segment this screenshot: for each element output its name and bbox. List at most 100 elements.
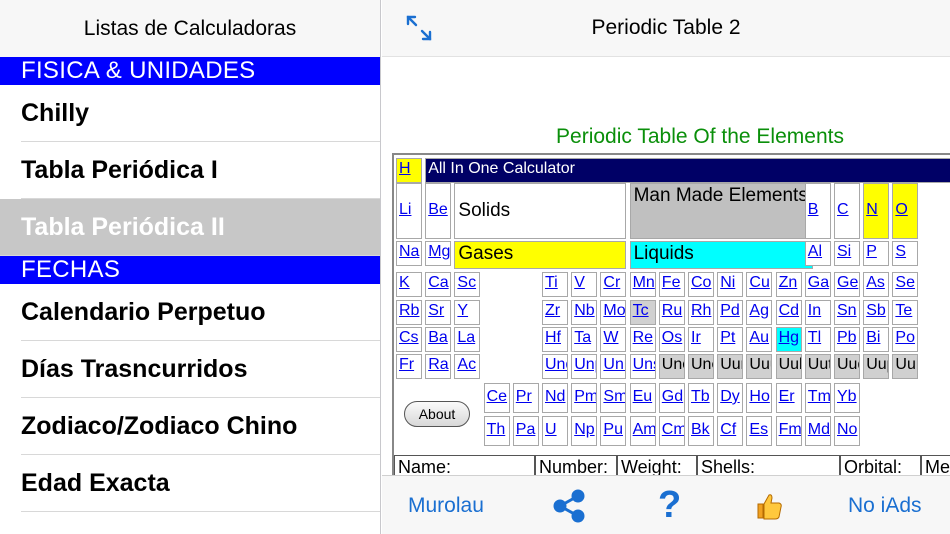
element-b[interactable]: B	[804, 183, 831, 239]
list-item-edad[interactable]: Edad Exacta	[0, 455, 380, 512]
element-dy[interactable]: Dy	[717, 383, 744, 413]
element-tm[interactable]: Tm	[804, 383, 831, 413]
element-k[interactable]: K	[396, 272, 422, 297]
murolau-button[interactable]: Murolau	[408, 476, 484, 534]
element-uns[interactable]: Uns	[629, 354, 656, 379]
element-in[interactable]: In	[804, 300, 831, 325]
element-na[interactable]: Na	[396, 241, 422, 266]
element-mg[interactable]: Mg	[425, 241, 452, 266]
element-li[interactable]: Li	[396, 183, 422, 239]
element-unq[interactable]: Unq	[542, 354, 568, 379]
element-ra[interactable]: Ra	[425, 354, 452, 379]
element-nd[interactable]: Nd	[542, 383, 568, 413]
element-mo[interactable]: Mo	[600, 300, 627, 325]
element-zn[interactable]: Zn	[775, 272, 802, 297]
element-pu[interactable]: Pu	[600, 416, 627, 446]
element-bi[interactable]: Bi	[863, 327, 890, 352]
element-n[interactable]: N	[863, 183, 890, 239]
element-tb[interactable]: Tb	[688, 383, 714, 413]
element-gd[interactable]: Gd	[658, 383, 685, 413]
list-item-chilly[interactable]: Chilly	[0, 85, 380, 142]
element-am[interactable]: Am	[629, 416, 656, 446]
element-te[interactable]: Te	[892, 300, 919, 325]
element-cm[interactable]: Cm	[658, 416, 685, 446]
element-pr[interactable]: Pr	[512, 383, 539, 413]
element-uut[interactable]: Uut	[804, 354, 831, 379]
element-ba[interactable]: Ba	[425, 327, 452, 352]
element-ru[interactable]: Ru	[658, 300, 685, 325]
element-sm[interactable]: Sm	[600, 383, 627, 413]
element-nb[interactable]: Nb	[571, 300, 598, 325]
element-si[interactable]: Si	[834, 241, 860, 266]
element-po[interactable]: Po	[892, 327, 919, 352]
element-pd[interactable]: Pd	[717, 300, 744, 325]
element-rh[interactable]: Rh	[688, 300, 714, 325]
element-v[interactable]: V	[571, 272, 598, 297]
list-item-tabla-periodica-2[interactable]: Tabla Periódica II	[0, 199, 380, 256]
element-eu[interactable]: Eu	[629, 383, 656, 413]
element-yb[interactable]: Yb	[834, 383, 860, 413]
element-as[interactable]: As	[863, 272, 890, 297]
element-np[interactable]: Np	[571, 416, 598, 446]
element-ga[interactable]: Ga	[804, 272, 831, 297]
element-bk[interactable]: Bk	[688, 416, 714, 446]
element-sc[interactable]: Sc	[454, 272, 481, 297]
element-ge[interactable]: Ge	[834, 272, 860, 297]
element-w[interactable]: W	[600, 327, 627, 352]
element-uuh[interactable]: Uuh	[892, 354, 919, 379]
element-be[interactable]: Be	[425, 183, 452, 239]
element-rb[interactable]: Rb	[396, 300, 422, 325]
element-ag[interactable]: Ag	[746, 300, 773, 325]
element-cf[interactable]: Cf	[717, 416, 744, 446]
element-ni[interactable]: Ni	[717, 272, 744, 297]
element-os[interactable]: Os	[658, 327, 685, 352]
element-unp[interactable]: Unp	[571, 354, 598, 379]
element-se[interactable]: Se	[892, 272, 919, 297]
element-ir[interactable]: Ir	[688, 327, 714, 352]
element-md[interactable]: Md	[804, 416, 831, 446]
element-uun[interactable]: Uun	[717, 354, 744, 379]
element-p[interactable]: P	[863, 241, 890, 266]
element-uno[interactable]: Uno	[658, 354, 685, 379]
list-item-dias[interactable]: Días Trasncurridos	[0, 341, 380, 398]
element-sb[interactable]: Sb	[863, 300, 890, 325]
element-re[interactable]: Re	[629, 327, 656, 352]
element-no[interactable]: No	[834, 416, 860, 446]
element-u[interactable]: U	[542, 416, 568, 446]
element-hg[interactable]: Hg	[775, 327, 802, 352]
element-pa[interactable]: Pa	[512, 416, 539, 446]
no-iads-button[interactable]: No iAds	[848, 476, 922, 534]
about-button[interactable]: About	[404, 401, 470, 427]
share-button[interactable]	[552, 476, 586, 534]
element-unh[interactable]: Unh	[600, 354, 627, 379]
element-es[interactable]: Es	[746, 416, 773, 446]
help-button[interactable]: ?	[658, 476, 681, 534]
element-ca[interactable]: Ca	[425, 272, 452, 297]
element-co[interactable]: Co	[688, 272, 714, 297]
element-pb[interactable]: Pb	[834, 327, 860, 352]
element-cs[interactable]: Cs	[396, 327, 422, 352]
element-cr[interactable]: Cr	[600, 272, 627, 297]
element-ac[interactable]: Ac	[454, 354, 481, 379]
list-item-tabla-periodica-1[interactable]: Tabla Periódica I	[0, 142, 380, 199]
element-uup[interactable]: Uup	[863, 354, 890, 379]
element-th[interactable]: Th	[483, 416, 510, 446]
element-ti[interactable]: Ti	[542, 272, 568, 297]
list-item-calendario[interactable]: Calendario Perpetuo	[0, 284, 380, 341]
expand-icon[interactable]	[404, 13, 434, 43]
element-pm[interactable]: Pm	[571, 383, 598, 413]
element-une[interactable]: Une	[688, 354, 714, 379]
element-mn[interactable]: Mn	[629, 272, 656, 297]
element-ce[interactable]: Ce	[483, 383, 510, 413]
element-o[interactable]: O	[892, 183, 919, 239]
element-ta[interactable]: Ta	[571, 327, 598, 352]
element-y[interactable]: Y	[454, 300, 481, 325]
element-h[interactable]: H	[396, 158, 422, 183]
element-hf[interactable]: Hf	[542, 327, 568, 352]
element-tl[interactable]: Tl	[804, 327, 831, 352]
element-ho[interactable]: Ho	[746, 383, 773, 413]
element-fe[interactable]: Fe	[658, 272, 685, 297]
element-al[interactable]: Al	[804, 241, 831, 266]
element-uuq[interactable]: Uuq	[834, 354, 860, 379]
element-au[interactable]: Au	[746, 327, 773, 352]
